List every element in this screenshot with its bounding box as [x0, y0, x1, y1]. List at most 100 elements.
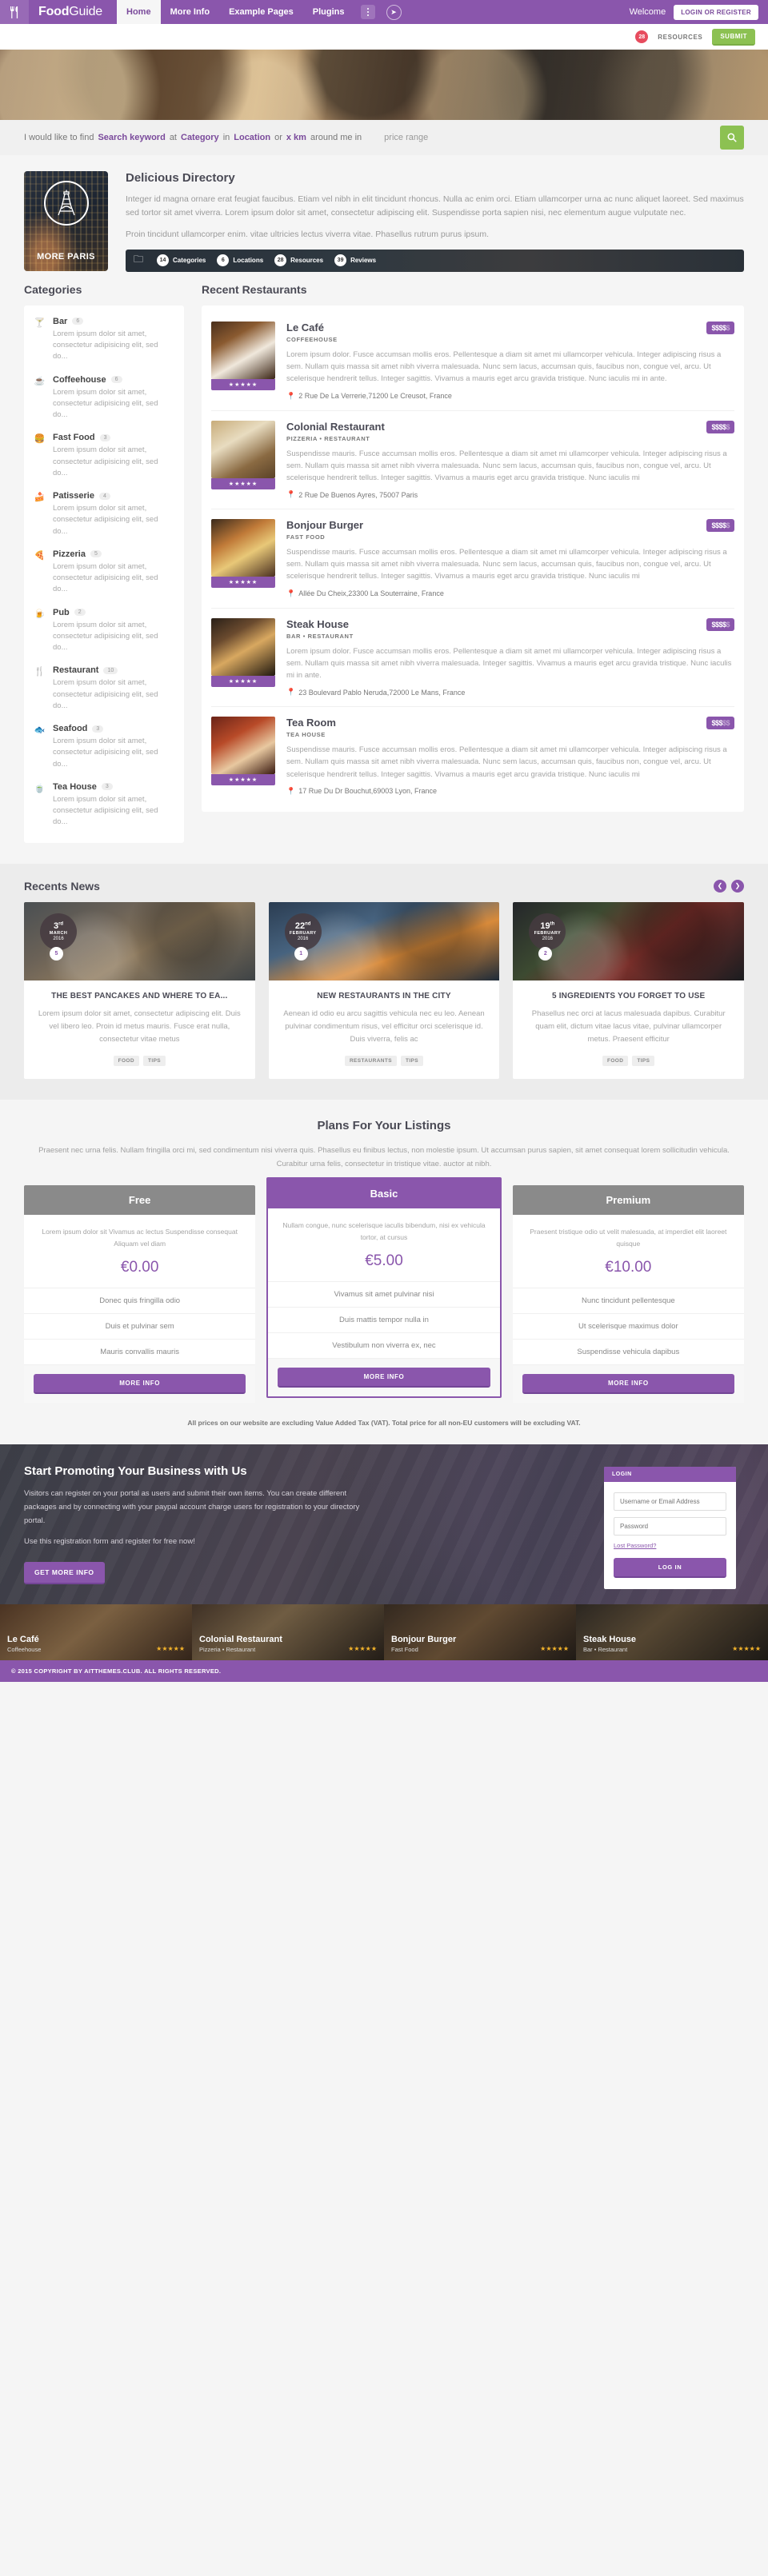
featured-item[interactable]: Colonial Restaurant Pizzeria • Restauran…	[192, 1604, 384, 1661]
stat-locations[interactable]: 6 Locations	[217, 254, 264, 267]
list-item[interactable]: ★★★★★ Colonial Restaurant PIZZERIA • RES…	[211, 411, 734, 510]
category-description: Lorem ipsum dolor sit amet, consectetur …	[53, 678, 158, 710]
plan-card-basic[interactable]: Basic Nullam congue, nunc scelerisque ia…	[266, 1177, 502, 1399]
tag[interactable]: TIPS	[400, 1056, 424, 1067]
restaurant-image	[211, 321, 275, 379]
more-paris-card[interactable]: MORE PARIS	[24, 171, 108, 271]
tag[interactable]: FOOD	[113, 1056, 139, 1067]
tag[interactable]: TIPS	[143, 1056, 166, 1067]
news-tags: FOOD TIPS	[524, 1056, 733, 1067]
search-category-select[interactable]: Category	[181, 133, 219, 142]
restaurant-name[interactable]: Colonial Restaurant	[286, 421, 385, 433]
brand-name-light: Guide	[69, 5, 102, 18]
tag[interactable]: TIPS	[632, 1056, 655, 1067]
brand-logo[interactable]: Food Guide	[29, 0, 117, 24]
list-item[interactable]: 🍴 Restaurant 10 Lorem ipsum dolor sit ame…	[34, 665, 174, 712]
news-title[interactable]: NEW RESTAURANTS IN THE CITY	[280, 992, 489, 1000]
tag[interactable]: FOOD	[602, 1056, 629, 1067]
restaurant-name[interactable]: Bonjour Burger	[286, 519, 363, 531]
nav-item-more-info[interactable]: More Info	[161, 0, 220, 24]
featured-name: Le Café	[7, 1635, 39, 1645]
list-item[interactable]: ★★★★★ Le Café COFFEEHOUSE $$$$$ Lorem ip…	[211, 312, 734, 411]
list-item[interactable]: ★★★★★ Tea Room TEA HOUSE $$$$$ Suspendis…	[211, 707, 734, 805]
list-item[interactable]: 🍸 Bar 6 Lorem ipsum dolor sit amet, conse…	[34, 317, 174, 363]
submit-button[interactable]: SUBMIT	[712, 28, 755, 46]
plan-feature: Vivamus sit amet pulvinar nisi	[268, 1281, 500, 1307]
list-item[interactable]: 🍔 Fast Food 3 Lorem ipsum dolor sit amet,…	[34, 433, 174, 479]
plan-more-info-button[interactable]: MORE INFO	[34, 1374, 246, 1395]
directory-title: Delicious Directory	[126, 171, 235, 185]
resources-label[interactable]: RESOURCES	[658, 34, 702, 41]
send-icon[interactable]: ➤	[386, 4, 402, 20]
login-tab[interactable]: LOGIN	[604, 1467, 640, 1483]
stat-resources[interactable]: 28 Resources	[274, 254, 323, 267]
restaurant-thumbnail[interactable]: ★★★★★	[211, 617, 275, 697]
restaurant-thumbnail[interactable]: ★★★★★	[211, 321, 275, 401]
list-item[interactable]: ★★★★★ Steak House BAR • RESTAURANT $$$$$…	[211, 609, 734, 708]
rating-stars: ★★★★★	[211, 774, 275, 786]
list-item[interactable]: 🐟 Seafood 3 Lorem ipsum dolor sit amet, c…	[34, 724, 174, 770]
list-item[interactable]: 19th FEBRUARY 2016 2 5 INGREDIENTS YOU F…	[513, 901, 745, 1080]
plan-more-info-button[interactable]: MORE INFO	[278, 1368, 490, 1388]
restaurant-thumbnail[interactable]: ★★★★★	[211, 519, 275, 598]
list-item[interactable]: ★★★★★ Bonjour Burger FAST FOOD $$$$$ Sus…	[211, 509, 734, 609]
login-or-register-button[interactable]: LOGIN OR REGISTER	[674, 4, 758, 20]
stat-categories[interactable]: 14 Categories	[157, 254, 206, 267]
lost-password-link[interactable]: Lost Password?	[614, 1542, 726, 1549]
plan-price: €0.00	[120, 1259, 159, 1276]
plan-description: Lorem ipsum dolor sit Vivamus ac lectus …	[42, 1228, 238, 1248]
stat-reviews-count: 39	[334, 254, 347, 267]
list-item[interactable]: 3rd MARCH 2016 5 THE BEST PANCAKES AND W…	[24, 901, 255, 1080]
log-in-button[interactable]: LOG IN	[614, 1558, 726, 1579]
featured-rating: ★★★★★	[348, 1645, 377, 1653]
search-radius-input[interactable]: x km	[286, 133, 306, 142]
search-icon[interactable]	[720, 126, 744, 150]
nav-item-example-pages[interactable]: Example Pages	[219, 0, 303, 24]
username-field[interactable]	[614, 1492, 726, 1512]
get-more-info-button[interactable]: GET MORE INFO	[24, 1561, 105, 1584]
tag[interactable]: RESTAURANTS	[344, 1056, 397, 1067]
stat-locations-label: Locations	[233, 257, 264, 265]
categories-column: Categories 🍸 Bar 6 Lorem ipsum dolor sit …	[24, 283, 184, 843]
search-location-input[interactable]: Location	[234, 133, 270, 142]
password-field[interactable]	[614, 1517, 726, 1536]
more-menu-icon[interactable]	[360, 5, 375, 19]
restaurant-name[interactable]: Le Café	[286, 322, 338, 333]
restaurant-thumbnail[interactable]: ★★★★★	[211, 717, 275, 796]
news-title[interactable]: 5 INGREDIENTS YOU FORGET TO USE	[524, 992, 733, 1000]
plan-card-free[interactable]: Free Lorem ipsum dolor sit Vivamus ac le…	[24, 1185, 256, 1404]
stat-reviews[interactable]: 39 Reviews	[334, 254, 377, 267]
chevron-left-icon[interactable]: ❮	[714, 879, 726, 893]
fork-knife-icon[interactable]	[0, 0, 29, 24]
restaurant-address: 📍 17 Rue Du Dr Bouchut,69003 Lyon, France	[286, 786, 437, 796]
nav-item-home[interactable]: Home	[117, 0, 161, 24]
chevron-right-icon[interactable]: ❯	[731, 879, 744, 893]
search-price-range-select[interactable]: price range	[384, 133, 428, 142]
plan-card-premium[interactable]: Premium Praesent tristique odio ut velit…	[512, 1185, 744, 1404]
plan-description: Praesent tristique odio ut velit malesua…	[530, 1228, 727, 1248]
list-item[interactable]: ☕ Coffeehouse 6 Lorem ipsum dolor sit ame…	[34, 375, 174, 421]
stat-reviews-label: Reviews	[350, 257, 377, 265]
restaurant-thumbnail[interactable]: ★★★★★	[211, 420, 275, 500]
news-tags: RESTAURANTS TIPS	[280, 1056, 489, 1067]
restaurant-description: Suspendisse mauris. Fusce accumsan molli…	[286, 449, 727, 482]
login-form-card: LOGIN Lost Password? LOG IN	[604, 1467, 736, 1590]
list-item[interactable]: 🍰 Patisserie 4 Lorem ipsum dolor sit amet…	[34, 491, 174, 537]
list-item[interactable]: 🍺 Pub 2 Lorem ipsum dolor sit amet, conse…	[34, 608, 174, 654]
restaurant-name[interactable]: Steak House	[286, 618, 354, 630]
featured-rating: ★★★★★	[156, 1645, 185, 1653]
restaurant-image	[211, 617, 275, 676]
list-item[interactable]: 🍕 Pizzeria 5 Lorem ipsum dolor sit amet, …	[34, 549, 174, 596]
list-item[interactable]: 🍵 Tea House 3 Lorem ipsum dolor sit amet,…	[34, 782, 174, 829]
news-title[interactable]: THE BEST PANCAKES AND WHERE TO EA...	[35, 992, 244, 1000]
featured-item[interactable]: Steak House Bar • Restaurant ★★★★★	[576, 1604, 768, 1661]
featured-item[interactable]: Le Café Coffeehouse ★★★★★	[0, 1604, 192, 1661]
nav-item-plugins[interactable]: Plugins	[303, 0, 354, 24]
restaurant-category: PIZZERIA • RESTAURANT	[286, 434, 370, 442]
search-keyword-input[interactable]: Search keyword	[98, 133, 165, 142]
restaurant-name[interactable]: Tea Room	[286, 717, 336, 729]
featured-item[interactable]: Bonjour Burger Fast Food ★★★★★	[384, 1604, 576, 1661]
plan-more-info-button[interactable]: MORE INFO	[522, 1374, 734, 1395]
list-item[interactable]: 22nd FEBRUARY 2016 1 NEW RESTAURANTS IN …	[268, 901, 500, 1080]
restaurant-image	[211, 519, 275, 577]
